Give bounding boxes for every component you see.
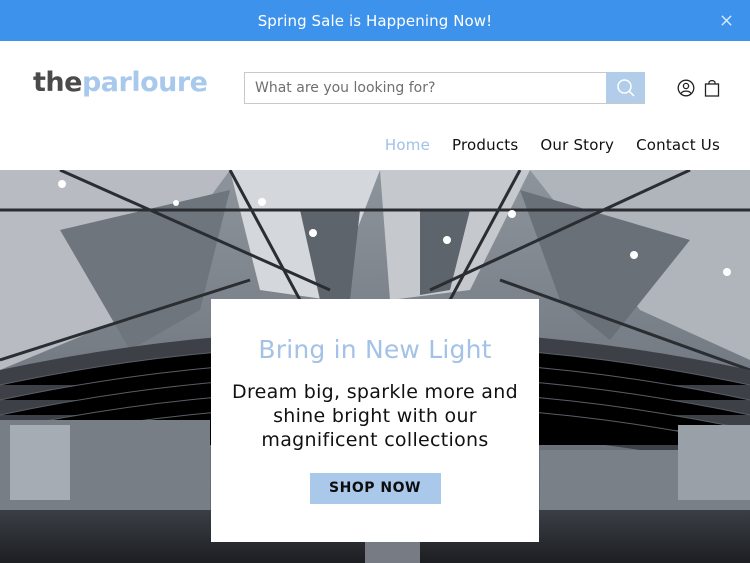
nav-our-story[interactable]: Our Story <box>540 136 614 154</box>
logo-part-2: parloure <box>81 67 208 98</box>
logo[interactable]: theparloure <box>33 67 208 98</box>
account-button[interactable] <box>677 79 695 97</box>
hero-card: Bring in New Light Dream big, sparkle mo… <box>211 299 539 542</box>
announcement-bar: Spring Sale is Happening Now! <box>0 0 750 41</box>
main-nav: Home Products Our Story Contact Us <box>385 136 720 154</box>
hero-subtitle: Dream big, sparkle more and shine bright… <box>232 381 518 451</box>
logo-part-1: the <box>33 67 82 98</box>
announcement-text: Spring Sale is Happening Now! <box>257 11 493 30</box>
nav-products[interactable]: Products <box>452 136 518 154</box>
search-input[interactable] <box>245 73 606 103</box>
account-icon <box>677 79 695 97</box>
cart-icon <box>704 80 720 97</box>
close-icon <box>720 14 732 26</box>
search-bar <box>244 72 645 104</box>
search-icon <box>616 78 635 97</box>
search-button[interactable] <box>606 72 645 103</box>
cart-button[interactable] <box>704 79 722 97</box>
hero-banner: Bring in New Light Dream big, sparkle mo… <box>0 170 750 563</box>
shop-now-button[interactable]: SHOP NOW <box>309 473 441 504</box>
nav-contact-us[interactable]: Contact Us <box>636 136 720 154</box>
hero-title: Bring in New Light <box>258 335 492 364</box>
announcement-close-button[interactable] <box>716 10 736 30</box>
site-header: theparloure Home Products Our Story Cont… <box>0 41 750 170</box>
nav-home[interactable]: Home <box>385 136 430 154</box>
